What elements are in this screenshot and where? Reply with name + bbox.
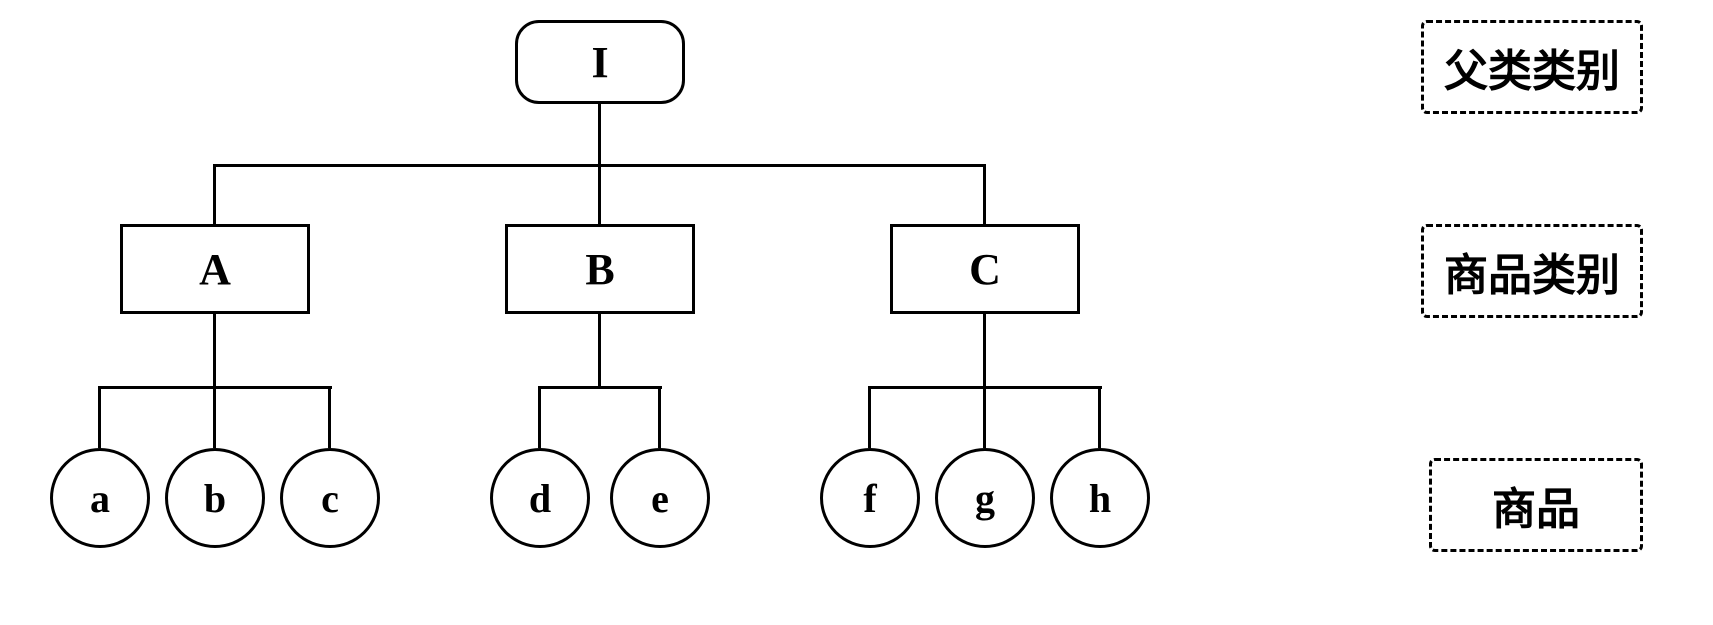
connector — [868, 386, 871, 448]
connector — [213, 314, 216, 386]
connector — [983, 386, 986, 448]
tree-diagram: I A B C a b c d e f — [40, 0, 1240, 625]
product-node-f: f — [820, 448, 920, 548]
connector — [983, 314, 986, 386]
level-label-text: 父类类别 — [1444, 47, 1620, 96]
product-node-d: d — [490, 448, 590, 548]
connector — [213, 386, 216, 448]
connector — [598, 314, 601, 386]
category-node-b: B — [505, 224, 695, 314]
category-node-a: A — [120, 224, 310, 314]
level-labels-column: 父类类别 商品类别 商品 — [1343, 0, 1643, 625]
level-label-text: 商品 — [1492, 485, 1580, 534]
connector — [1098, 386, 1101, 448]
category-node-c: C — [890, 224, 1080, 314]
product-node-c: c — [280, 448, 380, 548]
product-node-h: h — [1050, 448, 1150, 548]
level-label-parent-category: 父类类别 — [1421, 20, 1643, 114]
connector — [598, 104, 601, 164]
category-node-label: A — [199, 244, 231, 295]
connector — [598, 164, 601, 224]
product-node-e: e — [610, 448, 710, 548]
product-node-label: b — [204, 475, 226, 522]
product-node-b: b — [165, 448, 265, 548]
root-node-label: I — [591, 37, 608, 88]
product-node-a: a — [50, 448, 150, 548]
connector — [983, 164, 986, 224]
connector — [538, 386, 662, 389]
product-node-label: f — [863, 475, 876, 522]
connector — [213, 164, 216, 224]
category-node-label: B — [585, 244, 614, 295]
level-label-text: 商品类别 — [1444, 251, 1620, 300]
level-label-product-category: 商品类别 — [1421, 224, 1643, 318]
connector — [328, 386, 331, 448]
connector — [98, 386, 101, 448]
category-node-label: C — [969, 244, 1001, 295]
product-node-label: c — [321, 475, 339, 522]
product-node-g: g — [935, 448, 1035, 548]
product-node-label: d — [529, 475, 551, 522]
product-node-label: g — [975, 475, 995, 522]
product-node-label: a — [90, 475, 110, 522]
level-label-product: 商品 — [1429, 458, 1643, 552]
product-node-label: h — [1089, 475, 1111, 522]
product-node-label: e — [651, 475, 669, 522]
connector — [658, 386, 661, 448]
root-node: I — [515, 20, 685, 104]
connector — [538, 386, 541, 448]
